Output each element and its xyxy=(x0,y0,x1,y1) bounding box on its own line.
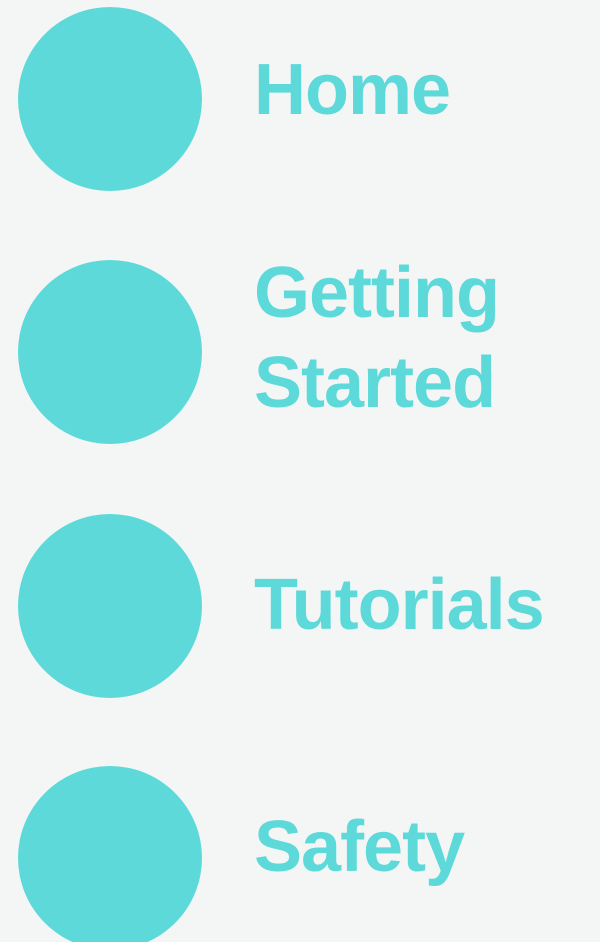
nav-item-label: Safety xyxy=(254,807,465,887)
nav-item-home[interactable]: Home xyxy=(0,0,600,200)
nav-item-label: Home xyxy=(254,50,451,130)
nav-item-tutorials[interactable]: Tutorials xyxy=(0,508,600,708)
circle-icon xyxy=(18,260,202,444)
nav-item-getting-started[interactable]: Getting Started xyxy=(0,250,600,450)
nav-item-label: Getting Started xyxy=(254,253,500,423)
circle-icon xyxy=(18,514,202,698)
nav-item-safety[interactable]: Safety xyxy=(0,760,600,942)
circle-icon xyxy=(18,766,202,942)
navigation-menu: Home Getting Started Tutorials Safety xyxy=(0,0,600,942)
nav-item-label: Tutorials xyxy=(254,565,545,645)
circle-icon xyxy=(18,7,202,191)
